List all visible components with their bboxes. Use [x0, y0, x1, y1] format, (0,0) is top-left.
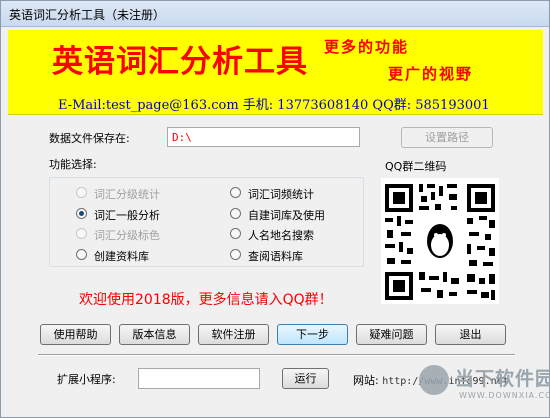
title-bar[interactable]: 英语词汇分析工具（未注册） [1, 1, 549, 27]
radio-dot [230, 249, 241, 260]
extension-label: 扩展小程序: [57, 373, 116, 386]
radio-dot [230, 187, 241, 198]
version-info-button[interactable]: 版本信息 [119, 324, 190, 345]
help-button[interactable]: 使用帮助 [40, 324, 111, 345]
function-select-label: 功能选择: [49, 158, 97, 171]
run-button[interactable]: 运行 [282, 368, 329, 389]
banner-slogan-2: 更广的视野 [388, 65, 474, 83]
radio-dot [76, 228, 87, 239]
website-label: 网站: [353, 374, 379, 387]
welcome-message: 欢迎使用2018版，更多信息请入QQ群！ [79, 292, 333, 308]
extension-input[interactable] [138, 368, 260, 389]
banner: 英语词汇分析工具 更多的功能 更广的视野 E-Mail:test_page@16… [8, 30, 543, 115]
qr-code-image [381, 178, 499, 304]
function-options-group: 词汇分级统计 词汇词频统计 词汇一般分析 自建词库及使用 词汇分级标色 人名地名… [49, 177, 364, 267]
radio-dot-selected [76, 208, 87, 219]
banner-slogan-1: 更多的功能 [324, 38, 410, 56]
window-title: 英语词汇分析工具（未注册） [9, 8, 166, 22]
set-path-button[interactable]: 设置路径 [401, 127, 493, 148]
watermark-url: WWW.DOWNXIA.COM [459, 391, 550, 400]
register-button[interactable]: 软件注册 [198, 324, 269, 345]
next-step-button[interactable]: 下一步 [277, 324, 348, 345]
radio-dot [230, 228, 241, 239]
data-path-label: 数据文件保存在: [49, 132, 130, 145]
watermark: 当下软件园 WWW.DOWNXIA.COM [419, 361, 550, 411]
exit-button[interactable]: 退出 [435, 324, 506, 345]
banner-title: 英语词汇分析工具 [52, 44, 308, 80]
watermark-name: 当下软件园 [455, 368, 550, 390]
separator [38, 354, 515, 356]
radio-dot [230, 208, 241, 219]
watermark-logo-icon [419, 365, 449, 395]
qr-caption: QQ群二维码 [385, 160, 447, 173]
contact-info: E-Mail:test_page@163.com 手机: 13773608140… [58, 98, 490, 113]
qq-penguin-icon [421, 218, 459, 264]
radio-dot [76, 249, 87, 260]
data-path-input[interactable]: D:\ [167, 127, 360, 147]
faq-button[interactable]: 疑难问题 [356, 324, 427, 345]
app-window: 英语词汇分析工具（未注册） 英语词汇分析工具 更多的功能 更广的视野 E-Mai… [0, 0, 550, 418]
radio-dot [76, 187, 87, 198]
